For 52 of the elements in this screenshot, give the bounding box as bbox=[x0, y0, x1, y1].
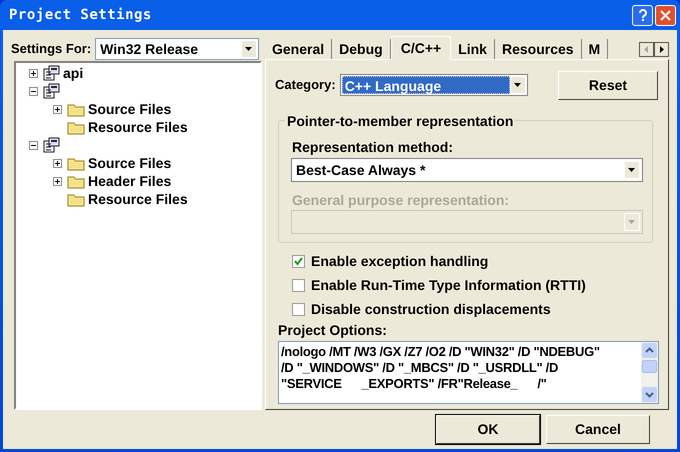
option-text-line: "SERVICE _EXPORTS" /FR"Release_ /" bbox=[281, 376, 548, 392]
category-label: Category: bbox=[275, 76, 336, 94]
checkbox[interactable] bbox=[292, 303, 305, 316]
checkbox-label: Enable exception handling bbox=[311, 252, 488, 271]
folder-icon bbox=[67, 102, 85, 116]
tab-scroll-buttons[interactable] bbox=[639, 42, 669, 57]
help-button[interactable] bbox=[632, 4, 653, 26]
settings-for-label: Settings For: bbox=[11, 40, 92, 58]
folder-icon bbox=[67, 174, 85, 188]
scroll-thumb[interactable] bbox=[642, 360, 657, 373]
folder-icon bbox=[67, 156, 85, 170]
tree-item[interactable]: Resource Files bbox=[88, 119, 188, 135]
scroll-down-icon[interactable] bbox=[642, 387, 657, 402]
category-dropdown[interactable]: C++ Language bbox=[340, 74, 528, 96]
collapse-icon[interactable] bbox=[29, 140, 38, 150]
option-text-line: /D "_WINDOWS" /D "_MBCS" /D "_USRDLL" /D bbox=[281, 360, 560, 376]
tab[interactable]: C/C++ bbox=[390, 36, 452, 60]
expand-icon[interactable] bbox=[53, 176, 62, 186]
tree-item[interactable]: Source Files bbox=[88, 101, 172, 117]
dialog-button[interactable]: Cancel bbox=[546, 415, 650, 444]
scrollbar[interactable] bbox=[641, 342, 658, 403]
scroll-up-icon[interactable] bbox=[642, 343, 657, 358]
close-button[interactable] bbox=[655, 4, 676, 26]
configuration-dropdown[interactable]: Win32 Release bbox=[95, 38, 259, 60]
option-text-line: /nologo /MT /W3 /GX /Z7 /O2 /D "WIN32" /D "NDEBUG" bbox=[281, 344, 601, 360]
window-title: Project Settings bbox=[9, 6, 152, 24]
project-icon bbox=[43, 83, 60, 99]
checkbox[interactable] bbox=[292, 279, 305, 292]
method-label: Representation method: bbox=[292, 138, 454, 157]
checkbox[interactable] bbox=[292, 255, 305, 268]
project-options-label: Project Options: bbox=[278, 321, 387, 340]
tree-item[interactable]: Resource Files bbox=[88, 191, 188, 207]
general-purpose-label: General purpose representation: bbox=[292, 191, 510, 210]
expand-icon[interactable] bbox=[29, 68, 38, 78]
project-icon bbox=[43, 137, 60, 153]
tree-item[interactable]: Source Files bbox=[88, 155, 172, 171]
checkbox-label: Disable construction displacements bbox=[311, 300, 551, 319]
close-icon bbox=[660, 10, 671, 20]
project-options-field[interactable]: /nologo /MT /W3 /GX /Z7 /O2 /D "WIN32" /D "NDEBUG" /D "_WINDOWS" /D "_MBCS" /D "_USRDLL" /D "SERVICE _EXPORTS" /FR"Release_ /" bbox=[278, 341, 659, 404]
dialog-button[interactable]: OK bbox=[436, 415, 540, 444]
folder-icon bbox=[67, 120, 85, 134]
method-dropdown[interactable]: Best-Case Always * bbox=[291, 158, 643, 182]
tree-item[interactable]: api bbox=[63, 65, 84, 81]
help-icon bbox=[638, 8, 648, 22]
project-icon bbox=[43, 65, 60, 81]
reset-button[interactable]: Reset bbox=[558, 71, 658, 100]
collapse-icon[interactable] bbox=[29, 86, 38, 96]
checkbox-label: Enable Run-Time Type Information (RTTI) bbox=[311, 276, 586, 295]
folder-icon bbox=[67, 192, 85, 206]
expand-icon[interactable] bbox=[53, 158, 62, 168]
expand-icon[interactable] bbox=[53, 104, 62, 114]
tree-item[interactable]: Header Files bbox=[88, 173, 172, 189]
